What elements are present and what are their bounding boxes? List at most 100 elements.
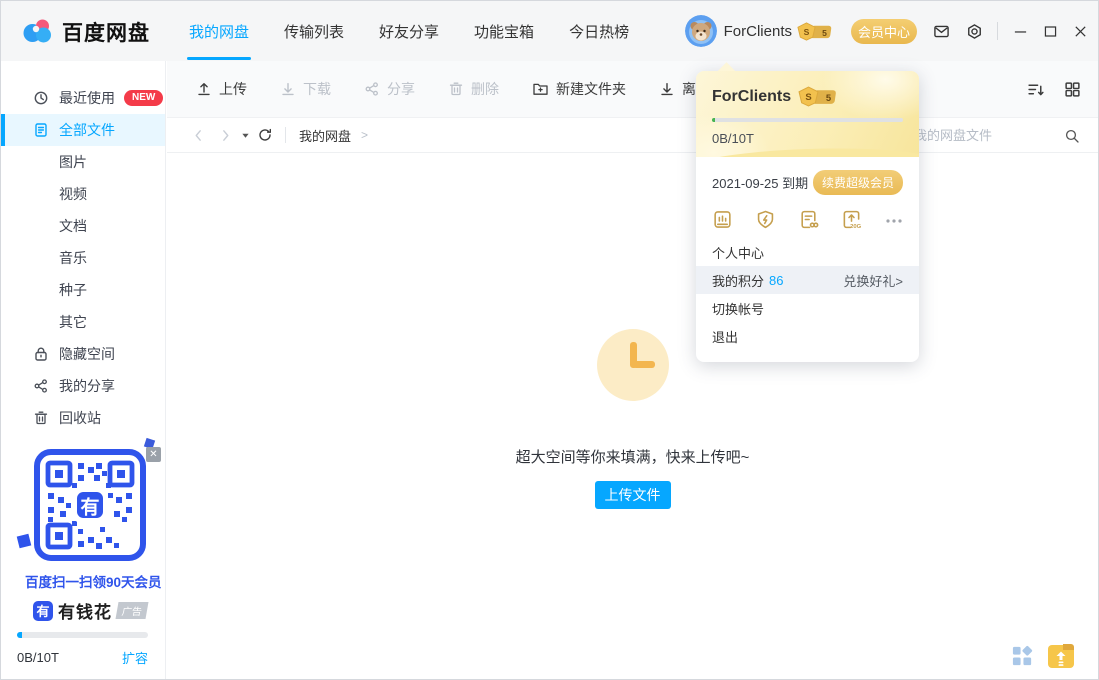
close-button[interactable] — [1073, 24, 1088, 39]
search-box — [914, 118, 1080, 153]
svg-text:20G: 20G — [850, 224, 862, 230]
minimize-button[interactable] — [1013, 24, 1028, 39]
user-area: ForClients 5 S 会员中心 — [685, 1, 1088, 61]
menu-item-my-points[interactable]: 我的积分 86 兑换好礼> — [696, 266, 919, 294]
popup-username: ForClients — [712, 88, 791, 106]
menu-item-logout[interactable]: 退出 — [712, 322, 903, 350]
more-privileges-icon[interactable] — [884, 210, 904, 230]
svg-text:S: S — [805, 92, 811, 103]
new-badge: NEW — [124, 90, 163, 106]
app-window: 百度网盘 我的网盘 传输列表 好友分享 功能宝箱 今日热榜 — [0, 0, 1099, 680]
sidebar-item-videos[interactable]: 视频 — [1, 178, 165, 210]
vip-badges: 5 S — [798, 86, 840, 107]
unlimited-doc-icon[interactable] — [798, 209, 819, 230]
svg-text:5: 5 — [826, 93, 831, 104]
sidebar-item-pictures[interactable]: 图片 — [1, 146, 165, 178]
tab-my-drive[interactable]: 我的网盘 — [189, 1, 249, 61]
tab-toolbox[interactable]: 功能宝箱 — [474, 1, 534, 61]
tab-hot-today[interactable]: 今日热榜 — [569, 1, 629, 61]
vip-center-button[interactable]: 会员中心 — [851, 19, 917, 44]
upload-file-button[interactable]: 上传文件 — [595, 481, 671, 509]
qr-logo-char: 有 — [80, 495, 99, 518]
upload-button[interactable]: 上传 — [196, 79, 247, 99]
renew-svip-button[interactable]: 续费超级会员 — [813, 170, 903, 195]
sidebar-item-recent[interactable]: 最近使用 NEW — [1, 82, 165, 114]
ad-tag: 广告 — [116, 602, 149, 619]
maximize-button[interactable] — [1043, 24, 1058, 39]
storage-summary: 0B/10T 扩容 — [1, 632, 164, 679]
sidebar-item-hidden-space[interactable]: 隐藏空间 — [1, 338, 165, 370]
ad-close-icon[interactable]: ✕ — [146, 447, 161, 462]
delete-button[interactable]: 删除 — [448, 79, 499, 99]
sidebar-item-label: 隐藏空间 — [59, 344, 115, 364]
quick-upload-folder-icon[interactable] — [1046, 641, 1076, 671]
member-card-icon[interactable] — [712, 209, 733, 230]
settings-gear-icon[interactable] — [966, 23, 983, 40]
main-tabs: 我的网盘 传输列表 好友分享 功能宝箱 今日热榜 — [189, 1, 629, 61]
refresh-icon[interactable] — [257, 127, 273, 143]
storage-usage: 0B/10T — [17, 650, 59, 665]
offline-download-icon — [659, 81, 675, 97]
baidu-netdisk-logo-icon — [21, 16, 53, 48]
main-content: 上传 下载 分享 — [167, 61, 1098, 679]
mail-icon[interactable] — [933, 23, 950, 40]
app-logo: 百度网盘 — [21, 16, 150, 48]
breadcrumb-root[interactable]: 我的网盘 — [299, 126, 351, 145]
sidebar-item-others[interactable]: 其它 — [1, 306, 165, 338]
username[interactable]: ForClients — [724, 23, 792, 40]
sidebar-item-label: 我的分享 — [59, 376, 115, 396]
new-folder-button[interactable]: 新建文件夹 — [532, 79, 626, 99]
sidebar-item-music[interactable]: 音乐 — [1, 242, 165, 274]
storage-progress-bar — [17, 632, 148, 638]
redeem-gifts-link[interactable]: 兑换好礼> — [843, 271, 903, 290]
tab-transfer-list[interactable]: 传输列表 — [284, 1, 344, 61]
sidebar-item-label: 全部文件 — [59, 120, 115, 140]
brand-logo-icon: 有 — [33, 601, 53, 621]
share-button[interactable]: 分享 — [364, 79, 415, 99]
sidebar: 最近使用 NEW 全部文件 图片 视频 文档 音乐 种子 其它 — [1, 61, 166, 679]
svg-text:S: S — [804, 26, 810, 36]
menu-item-personal-center[interactable]: 个人中心 — [712, 238, 903, 266]
popup-privilege-icons: 20G — [712, 209, 903, 230]
sidebar-item-label: 回收站 — [59, 408, 101, 428]
share-icon — [33, 378, 49, 394]
popup-storage-bar — [712, 118, 903, 122]
vip-expiry-date: 2021-09-25 到期 — [712, 173, 808, 192]
deco-cube — [17, 534, 32, 549]
download-button[interactable]: 下载 — [280, 79, 331, 99]
ad-brand-row: 有 有钱花 广告 — [25, 598, 155, 623]
search-input[interactable] — [914, 128, 1054, 143]
popup-menu: 个人中心 我的积分 86 兑换好礼> 切换帐号 退出 — [712, 238, 903, 350]
forward-icon[interactable] — [218, 128, 233, 143]
upload-quota-icon[interactable]: 20G — [841, 209, 862, 230]
sort-icon[interactable] — [1027, 81, 1045, 98]
sidebar-item-torrents[interactable]: 种子 — [1, 274, 165, 306]
widgets-icon[interactable] — [1011, 645, 1034, 668]
file-toolbar: 上传 下载 分享 — [167, 61, 1098, 118]
tab-friend-share[interactable]: 好友分享 — [379, 1, 439, 61]
sidebar-item-documents[interactable]: 文档 — [1, 210, 165, 242]
trash-icon — [33, 410, 49, 426]
breadcrumb-chevron: > — [361, 128, 368, 142]
divider — [285, 127, 286, 143]
menu-item-switch-account[interactable]: 切换帐号 — [712, 294, 903, 322]
popup-header: ForClients 5 S 0B/10T — [696, 71, 919, 157]
back-icon[interactable] — [191, 128, 206, 143]
divider — [997, 22, 998, 40]
sidebar-item-all-files[interactable]: 全部文件 — [1, 114, 165, 146]
history-dropdown-icon[interactable] — [241, 131, 250, 140]
qr-code: 有 — [34, 449, 146, 561]
user-avatar[interactable] — [685, 15, 717, 47]
storage-progress-fill — [17, 632, 22, 638]
speed-shield-icon[interactable] — [755, 209, 776, 230]
top-bar: 百度网盘 我的网盘 传输列表 好友分享 功能宝箱 今日热榜 — [1, 1, 1098, 61]
qr-advertisement[interactable]: ✕ — [25, 449, 155, 623]
expand-storage-link[interactable]: 扩容 — [122, 648, 148, 667]
sidebar-item-recycle-bin[interactable]: 回收站 — [1, 402, 165, 434]
clock-illustration — [597, 329, 669, 401]
search-icon[interactable] — [1064, 128, 1080, 144]
sidebar-item-my-shares[interactable]: 我的分享 — [1, 370, 165, 402]
sidebar-item-label: 最近使用 — [59, 88, 115, 108]
grid-view-icon[interactable] — [1064, 81, 1081, 98]
vip-badges[interactable]: 5 S — [797, 22, 835, 41]
